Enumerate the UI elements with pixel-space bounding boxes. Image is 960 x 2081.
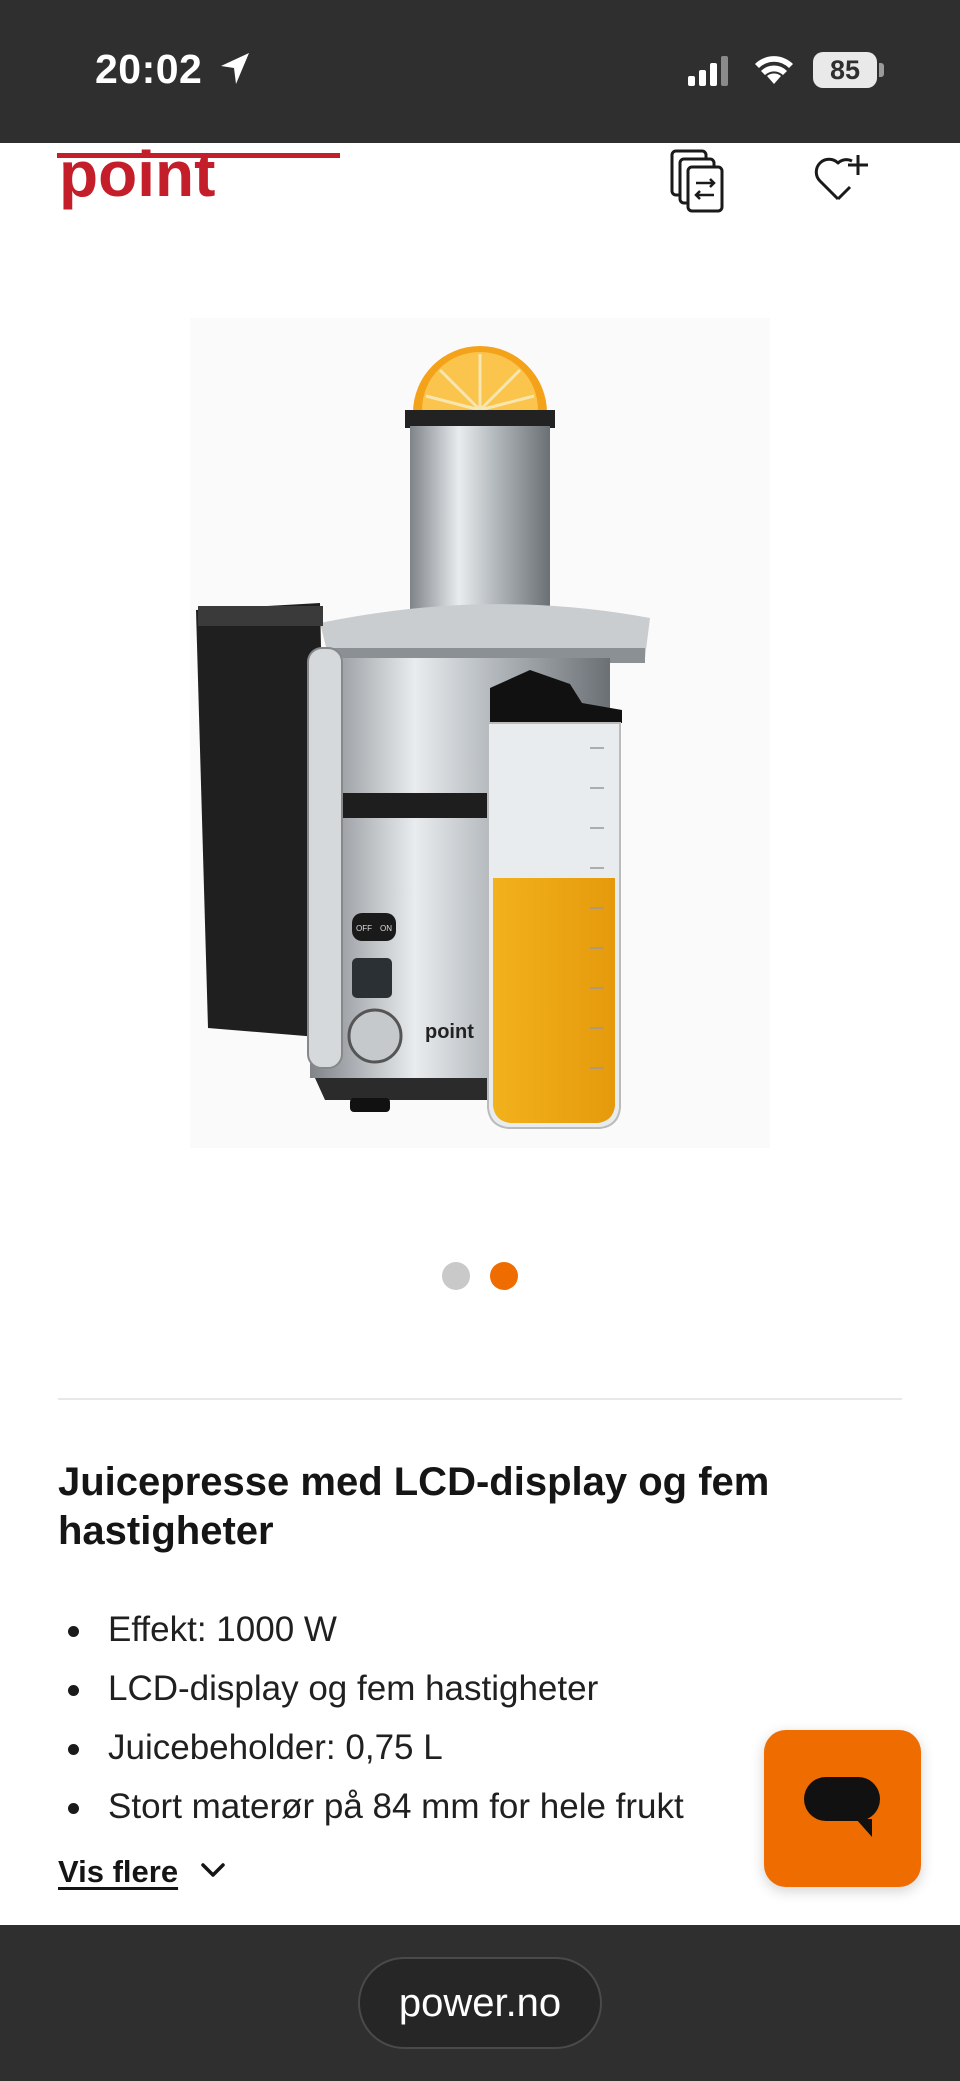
chat-bubble-icon [804,1777,880,1837]
address-bar[interactable]: power.no [358,1957,602,2049]
chevron-down-icon[interactable] [200,1862,226,1880]
feature-item: Effekt: 1000 W [58,1600,838,1659]
site-header: point [0,143,960,253]
point-logo[interactable]: point [57,143,342,217]
show-more-link[interactable]: Vis flere [58,1854,178,1890]
carousel-dot-1[interactable] [442,1262,470,1290]
feature-item: Stort materør på 84 mm for hele frukt [58,1777,838,1836]
status-time: 20:02 [95,46,203,92]
wifi-icon [755,56,793,84]
compare-icon[interactable] [668,147,728,213]
feature-list: Effekt: 1000 W LCD-display og fem hastig… [58,1600,838,1836]
wishlist-heart-icon[interactable] [812,149,872,205]
product-brand-label: point [425,1021,474,1043]
point-logo-text: point [59,143,215,210]
feature-item: LCD-display og fem hastigheter [58,1659,838,1718]
cellular-signal-icon [688,56,728,86]
off-label: OFF [356,924,372,933]
battery-tip [879,63,884,77]
carousel-pagination [0,1262,960,1292]
feature-item: Juicebeholder: 0,75 L [58,1718,838,1777]
location-arrow-icon [221,53,249,84]
product-title: Juicepresse med LCD-display og fem hasti… [58,1460,770,1553]
battery-indicator: 85 [813,52,877,88]
product-image-juicer[interactable]: OFF ON point [190,318,770,1148]
carousel-dot-2-active[interactable] [490,1262,518,1290]
divider [58,1398,902,1400]
status-bar: 20:02 85 [0,0,960,143]
chat-button[interactable] [764,1730,921,1887]
on-label: ON [380,924,392,933]
browser-bottom-bar: power.no [0,1925,960,2081]
juice-jug [487,670,622,1129]
